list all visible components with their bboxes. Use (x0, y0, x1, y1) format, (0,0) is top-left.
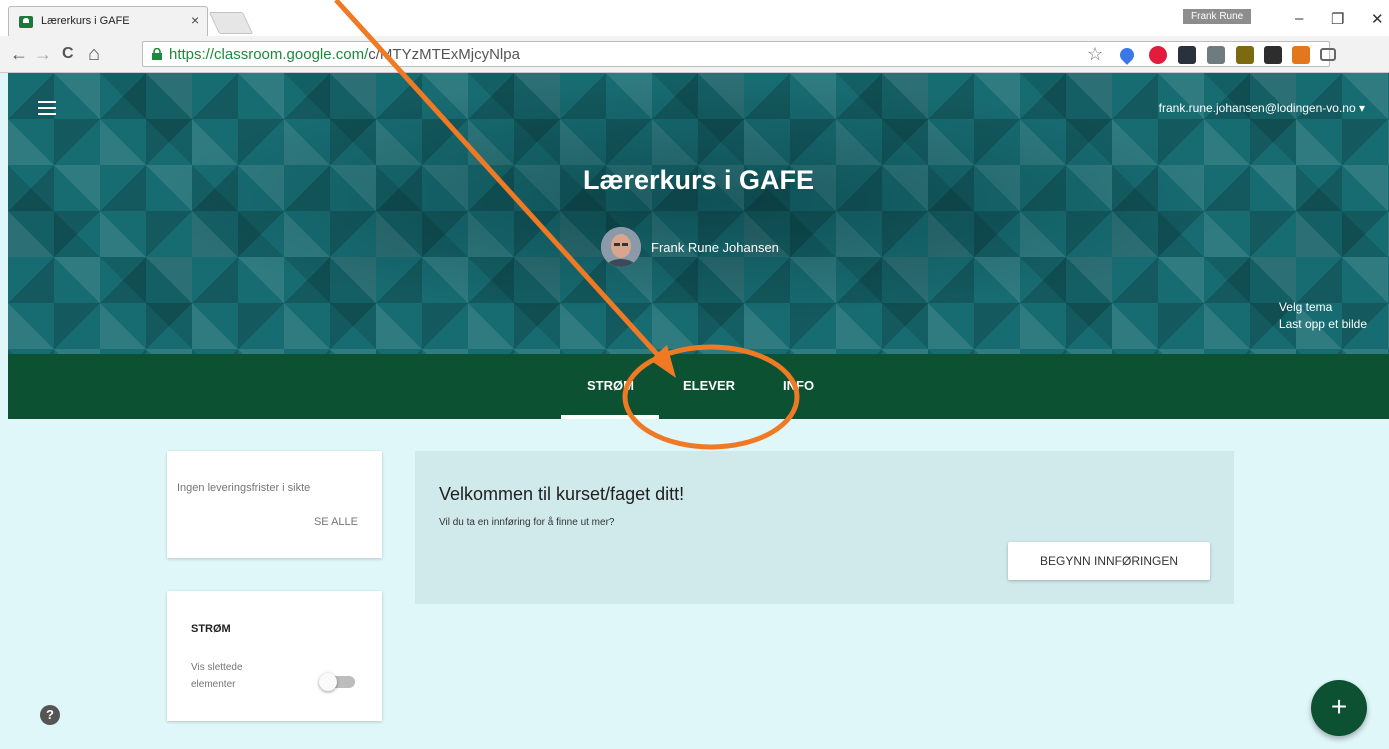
deadlines-text: Ingen leveringsfrister i sikte (177, 482, 311, 494)
begin-tour-button[interactable]: BEGYNN INNFØRINGEN (1008, 542, 1210, 580)
extension-icon-5[interactable] (1236, 46, 1254, 64)
browser-tab-title: Lærerkurs i GAFE (41, 15, 130, 27)
teacher-info: Frank Rune Johansen (601, 227, 779, 267)
class-title: Lærerkurs i GAFE (582, 165, 815, 195)
tab-stream[interactable]: STRØM (587, 378, 634, 393)
cast-icon[interactable] (1320, 48, 1336, 61)
class-banner: frank.rune.johansen@lodingen-vo.no ▾ Lær… (8, 73, 1389, 354)
pinterest-icon[interactable] (1149, 46, 1167, 64)
extension-icon-4[interactable] (1207, 46, 1225, 64)
home-icon[interactable]: ⌂ (88, 44, 100, 64)
welcome-heading: Velkommen til kurset/faget ditt! (439, 484, 685, 504)
new-tab-button[interactable] (208, 12, 254, 34)
teacher-name: Frank Rune Johansen (651, 239, 779, 255)
show-deleted-label: Vis slettede elementer (191, 662, 243, 690)
class-tabs: STRØM ELEVER INFO (8, 354, 1389, 419)
account-email: frank.rune.johansen@lodingen-vo.no (1158, 101, 1356, 115)
choose-theme-link[interactable]: Velg tema (1279, 299, 1367, 316)
welcome-subtext: Vil du ta en innføring for å finne ut me… (439, 517, 615, 528)
browser-titlebar: Lærerkurs i GAFE × Frank Rune – ❐ ✕ (0, 0, 1389, 36)
extension-icon-7[interactable] (1292, 46, 1310, 64)
forward-icon[interactable]: → (34, 44, 52, 64)
chevron-down-icon: ▾ (1358, 101, 1365, 115)
show-deleted-toggle[interactable] (319, 673, 357, 691)
tab-students[interactable]: ELEVER (683, 378, 735, 393)
deadlines-card: Ingen leveringsfrister i sikte SE ALLE (167, 451, 382, 558)
close-tab-icon[interactable]: × (191, 12, 199, 28)
active-tab-indicator (561, 415, 659, 419)
close-window-icon[interactable]: ✕ (1371, 10, 1384, 28)
classroom-favicon-icon (19, 16, 33, 28)
profile-badge[interactable]: Frank Rune (1183, 9, 1252, 24)
amazon-icon[interactable] (1264, 46, 1282, 64)
upload-image-link[interactable]: Last opp et bilde (1279, 316, 1367, 333)
restore-icon[interactable]: ❐ (1331, 10, 1344, 28)
stream-settings-card: STRØM Vis slettede elementer (167, 591, 382, 721)
back-icon[interactable]: ← (10, 44, 28, 64)
help-icon[interactable]: ? (40, 705, 60, 725)
stream-card-title: STRØM (191, 623, 231, 635)
avatar (601, 227, 641, 267)
toggle-knob (319, 673, 337, 691)
browser-toolbar: ← → C ⌂ https://classroom.google.com/c/M… (0, 36, 1389, 73)
account-menu[interactable]: frank.rune.johansen@lodingen-vo.no ▾ (1159, 101, 1365, 115)
url-host: https://classroom.google.com/ (169, 46, 369, 63)
theme-links: Velg tema Last opp et bilde (1279, 299, 1367, 333)
url-path: c/MTYzMTExMjcyNlpa (368, 46, 520, 63)
see-all-link[interactable]: SE ALLE (314, 516, 358, 528)
browser-tab[interactable]: Lærerkurs i GAFE × (8, 6, 208, 36)
minimize-icon[interactable]: – (1295, 10, 1303, 27)
menu-icon[interactable] (38, 101, 56, 115)
url-text: https://classroom.google.com/c/MTYzMTExM… (169, 46, 520, 63)
reload-icon[interactable]: C (62, 44, 74, 64)
welcome-panel: Velkommen til kurset/faget ditt! Vil du … (415, 451, 1234, 604)
extension-icon-3[interactable] (1178, 46, 1196, 64)
tab-info[interactable]: INFO (783, 378, 814, 393)
lock-icon (152, 48, 162, 60)
add-button[interactable]: + (1311, 680, 1367, 736)
bookmark-star-icon[interactable]: ☆ (1087, 44, 1103, 65)
